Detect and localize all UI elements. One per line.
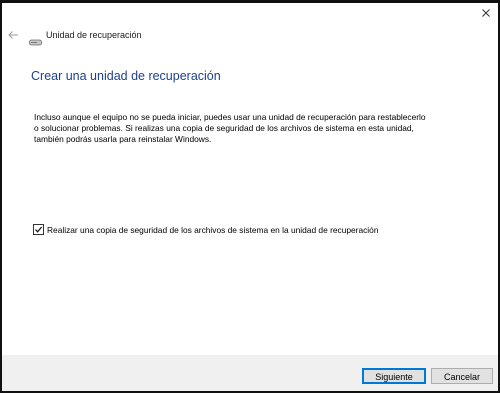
page-title: Crear una unidad de recuperación — [31, 69, 221, 83]
next-button[interactable]: Siguiente — [362, 368, 426, 384]
description-text: Incluso aunque el equipo no se pueda ini… — [34, 112, 426, 144]
window-title: Unidad de recuperación — [46, 30, 142, 40]
close-icon[interactable] — [480, 6, 492, 18]
cancel-button[interactable]: Cancelar — [431, 368, 493, 384]
title-bar: Unidad de recuperación — [2, 3, 498, 46]
backup-system-files-checkbox[interactable] — [33, 224, 44, 235]
back-arrow-icon[interactable] — [7, 28, 19, 40]
recovery-drive-window: Unidad de recuperación Crear una unidad … — [0, 0, 500, 393]
backup-system-files-label[interactable]: Realizar una copia de seguridad de los a… — [47, 225, 378, 235]
backup-system-files-option[interactable]: Realizar una copia de seguridad de los a… — [33, 223, 378, 236]
drive-icon — [29, 33, 42, 46]
